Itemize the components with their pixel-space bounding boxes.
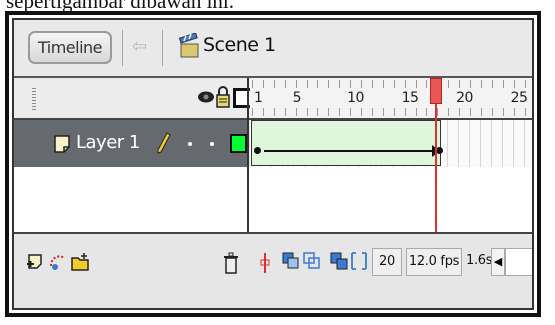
ruler-tick — [448, 108, 450, 116]
ruler-tick — [491, 108, 493, 116]
center-frame-icon[interactable] — [259, 252, 271, 274]
elapsed-time-field: 1.6s — [466, 253, 493, 268]
ruler-tick — [513, 108, 515, 116]
frames-area[interactable] — [250, 120, 532, 168]
layer-row[interactable]: Layer 1 — [14, 120, 247, 167]
ruler-tick — [262, 108, 264, 116]
ruler-tick — [252, 108, 253, 116]
ruler-tick — [415, 80, 417, 88]
ruler-tick — [470, 80, 471, 88]
eye-icon[interactable] — [197, 90, 215, 104]
ruler-tick — [459, 80, 461, 88]
ruler-label: 20 — [456, 90, 473, 106]
ruler-tick — [480, 80, 482, 88]
ruler-tick — [262, 80, 264, 88]
layer-outline-color[interactable] — [230, 134, 247, 153]
toolbar-separator — [122, 30, 123, 66]
ruler-tick — [480, 108, 482, 116]
ruler-tick — [415, 108, 417, 116]
ruler-tick — [426, 80, 428, 88]
motion-tween[interactable] — [251, 120, 443, 166]
ruler-tick — [513, 80, 515, 88]
ruler-tick — [448, 80, 450, 88]
frame-ruler[interactable]: 151015202530 — [250, 78, 532, 118]
ruler-tick — [371, 108, 373, 116]
ruler-tick — [328, 80, 330, 88]
back-arrow-icon[interactable]: ⇦ — [132, 36, 147, 57]
timeline-panel: Timeline ⇦ Scene 1 1 5 10 15 20 25 Layer… — [12, 18, 534, 310]
keyframe-start[interactable] — [254, 147, 261, 154]
playhead-handle[interactable] — [430, 78, 442, 104]
ruler-tick — [317, 108, 319, 116]
pencil-icon — [157, 132, 171, 154]
ruler-tick — [502, 80, 504, 88]
grip-handle[interactable] — [32, 88, 36, 110]
horizontal-scrollbar[interactable] — [505, 248, 532, 276]
add-motion-guide-icon[interactable] — [48, 252, 68, 272]
ruler-tick — [273, 108, 275, 116]
ruler-label: 10 — [347, 90, 364, 106]
ruler-tick — [317, 80, 319, 88]
ruler-tick — [339, 80, 341, 88]
scroll-left-button[interactable]: ◀ — [491, 248, 505, 276]
ruler-tick — [350, 108, 352, 116]
ruler-label: 25 — [510, 90, 528, 106]
ruler-label: 1 — [254, 90, 263, 106]
edit-multiple-frames-icon[interactable] — [330, 252, 348, 270]
trash-icon[interactable] — [223, 252, 239, 274]
ruler-tick — [306, 108, 308, 116]
ruler-tick — [393, 80, 395, 88]
ruler-tick — [284, 80, 286, 88]
onion-skin-icon[interactable] — [282, 252, 300, 270]
ruler-label: 5 — [292, 90, 302, 106]
empty-layers-area — [14, 167, 247, 232]
lock-icon[interactable] — [216, 86, 230, 108]
clapper-icon — [179, 33, 199, 58]
ruler-tick — [361, 80, 362, 88]
ruler-tick — [491, 80, 493, 88]
ruler-tick — [350, 80, 352, 88]
ruler-tick — [459, 108, 461, 116]
ruler-tick — [524, 80, 526, 88]
ruler-tick — [382, 108, 384, 116]
timeline-panel-frame: Timeline ⇦ Scene 1 1 5 10 15 20 25 Layer… — [5, 11, 541, 317]
insert-folder-icon[interactable] — [70, 252, 90, 272]
ruler-tick — [393, 108, 395, 116]
timeline-bottom-bar: 20 12.0 fps 1.6s ◀ — [14, 232, 532, 308]
insert-layer-icon[interactable] — [26, 252, 46, 272]
ruler-tick — [295, 108, 297, 116]
ruler-tick — [524, 108, 526, 116]
tween-arrow-line — [264, 150, 439, 152]
ruler-tick — [502, 108, 504, 116]
layer-page-icon — [54, 135, 70, 153]
layer-name[interactable]: Layer 1 — [76, 132, 140, 153]
ruler-tick — [404, 108, 406, 116]
ruler-tick — [361, 108, 362, 116]
ruler-tick — [295, 80, 297, 88]
visibility-dot[interactable] — [188, 142, 192, 146]
scene-label[interactable]: Scene 1 — [203, 34, 276, 56]
ruler-tick — [252, 80, 253, 88]
ruler-tick — [382, 80, 384, 88]
toolbar-separator — [162, 30, 163, 66]
ruler-label: 15 — [401, 90, 419, 106]
ruler-tick — [284, 108, 286, 116]
onion-skin-outlines-icon[interactable] — [303, 252, 321, 270]
ruler-tick — [437, 108, 439, 116]
timeline-toolbar: Timeline ⇦ Scene 1 — [14, 20, 532, 78]
timeline-button[interactable]: Timeline — [28, 31, 112, 64]
frame-rate-field[interactable]: 12.0 fps — [406, 248, 462, 276]
modify-onion-markers-icon[interactable] — [351, 252, 367, 270]
ruler-tick — [328, 108, 330, 116]
ruler-tick — [306, 80, 308, 88]
current-frame-field[interactable]: 20 — [372, 248, 402, 276]
ruler-tick — [470, 108, 471, 116]
ruler-tick — [339, 108, 341, 116]
lock-dot[interactable] — [210, 142, 214, 146]
keyframe-end[interactable] — [436, 147, 443, 154]
ruler-tick — [404, 80, 406, 88]
ruler-tick — [426, 108, 428, 116]
ruler-tick — [273, 80, 275, 88]
ruler-tick — [371, 80, 373, 88]
